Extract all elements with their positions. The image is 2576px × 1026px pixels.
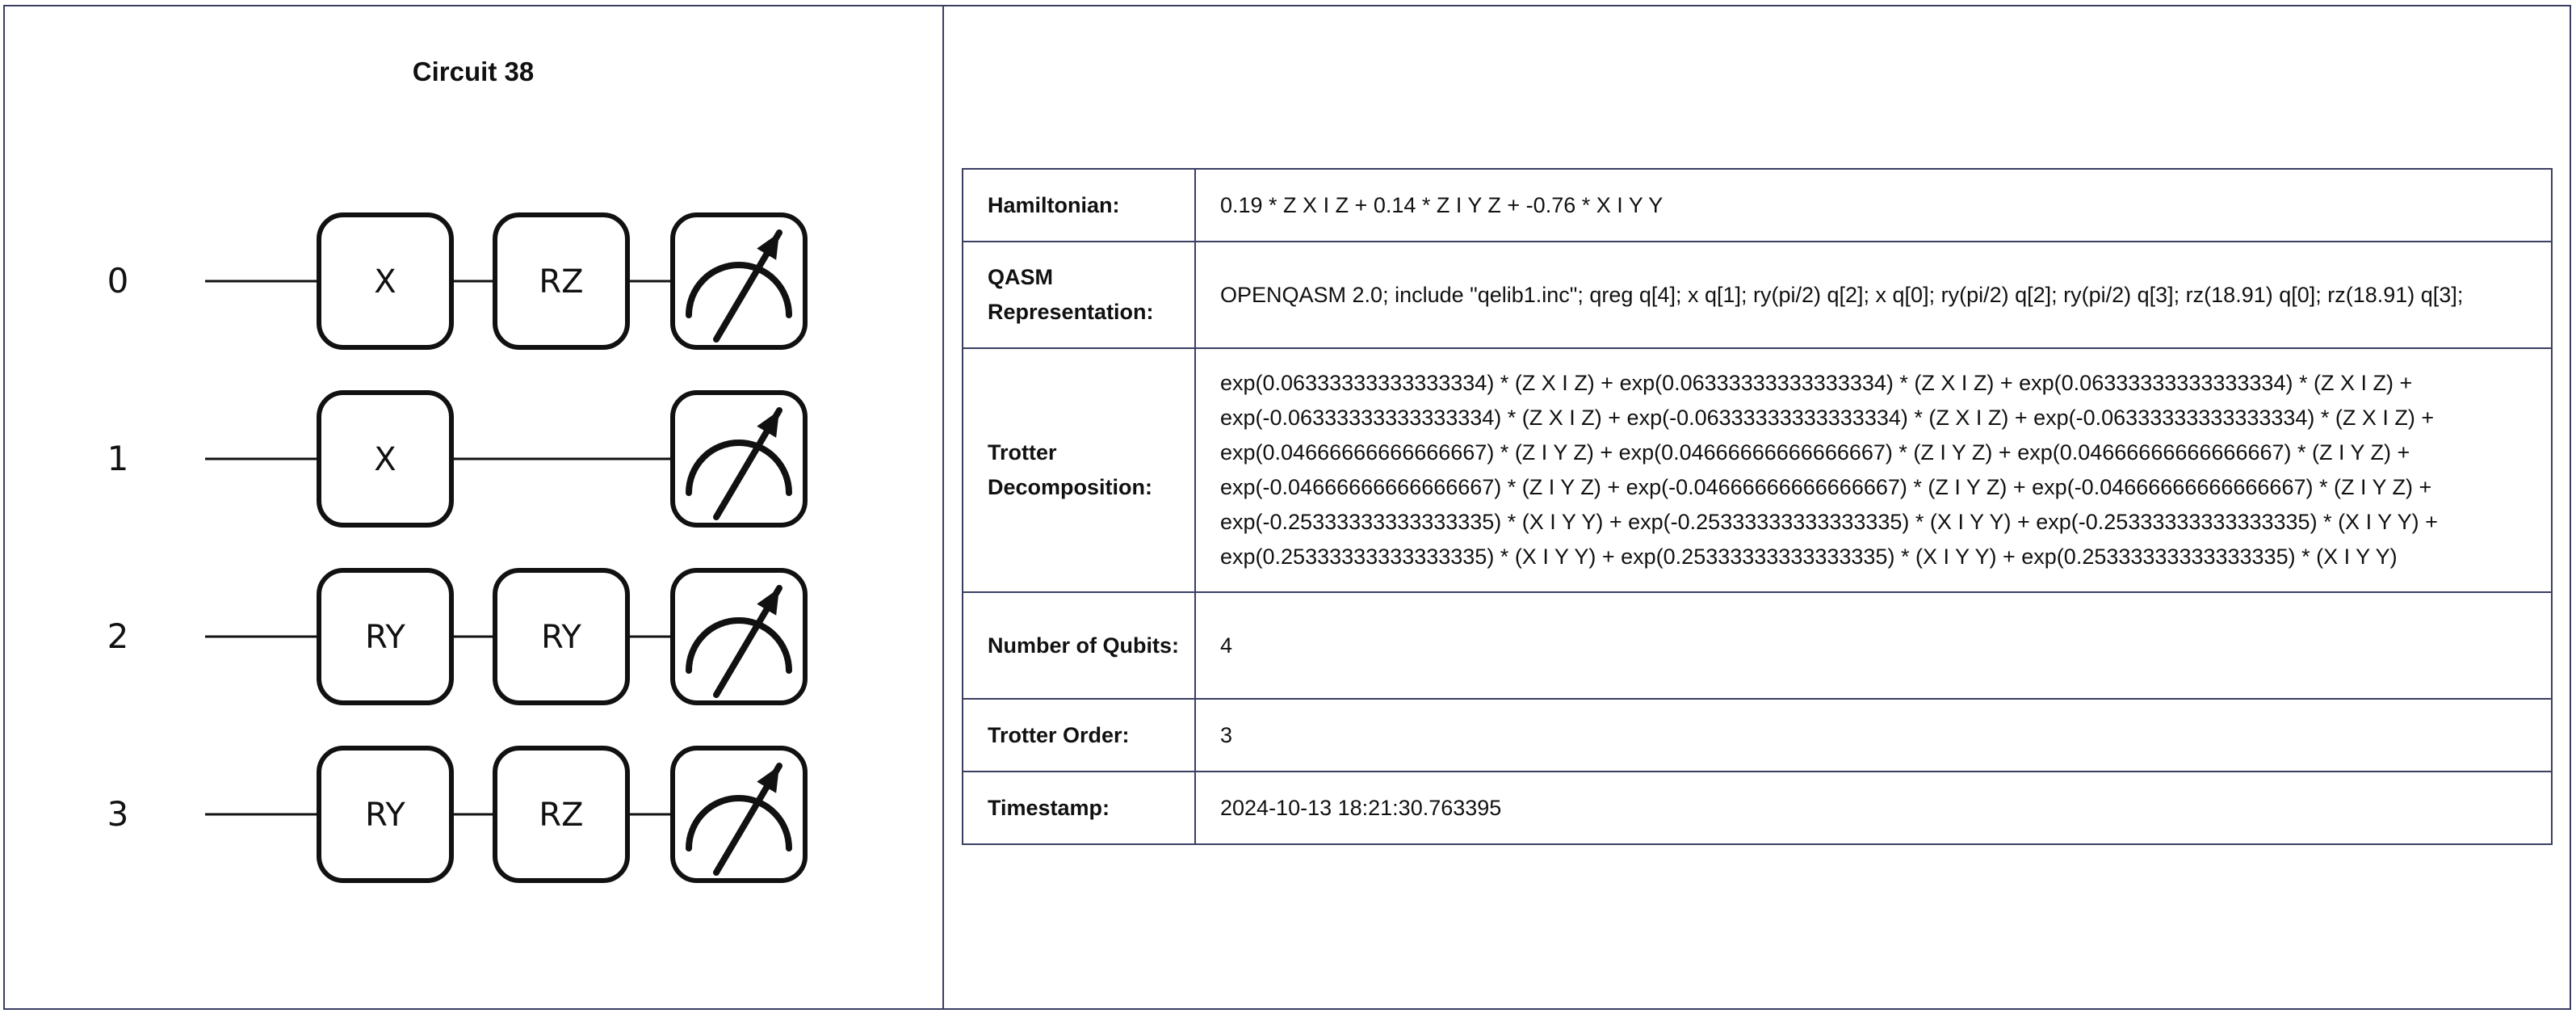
gate-label: RY [365,797,405,834]
gate-label: X [374,441,396,478]
qasm-value: OPENQASM 2.0; include "qelib1.inc"; qreg… [1194,241,2553,349]
measurement-icon [670,212,808,350]
measurement-icon [670,390,808,528]
qubit-row: 3 RY RZ [107,746,808,883]
table-row-trotter-decomposition: Trotter Decomposition: exp(0.06333333333… [962,347,2553,593]
trotter-order-value: 3 [1194,698,2553,772]
gate-label: RZ [539,797,583,834]
number-of-qubits-label: Number of Qubits: [962,591,1196,700]
circuit-panel: Circuit 38 0 X RZ 1 X 2 RY RY 3 RY RZ [5,6,942,1008]
gate-label: RY [365,619,405,656]
table-row-qasm: QASM Representation: OPENQASM 2.0; inclu… [962,241,2553,349]
qasm-label: QASM Representation: [962,241,1196,349]
gate-label: RY [541,619,581,656]
circuit-info-table-container: Hamiltonian: 0.19 * Z X I Z + 0.14 * Z I… [962,168,2553,845]
qubit-row: 2 RY RY [107,568,808,705]
table-row-hamiltonian: Hamiltonian: 0.19 * Z X I Z + 0.14 * Z I… [962,168,2553,242]
qubit-label: 2 [107,616,129,656]
hamiltonian-label: Hamiltonian: [962,168,1196,242]
trotter-decomposition-value: exp(0.06333333333333334) * (Z X I Z) + e… [1194,347,2553,593]
number-of-qubits-value: 4 [1194,591,2553,700]
circuit-info-table: Hamiltonian: 0.19 * Z X I Z + 0.14 * Z I… [962,168,2553,845]
qubit-label: 0 [107,261,129,301]
trotter-order-label: Trotter Order: [962,698,1196,772]
timestamp-value: 2024-10-13 18:21:30.763395 [1194,771,2553,845]
circuit-diagram: 0 X RZ1 X2 RY RY3 RY RZ [107,212,808,883]
table-row-number-of-qubits: Number of Qubits: 4 [962,591,2553,700]
panel-divider [942,5,944,1010]
trotter-decomposition-label: Trotter Decomposition: [962,347,1196,593]
qubit-row: 1X [107,390,808,528]
timestamp-label: Timestamp: [962,771,1196,845]
gate-label: X [374,263,396,301]
hamiltonian-value: 0.19 * Z X I Z + 0.14 * Z I Y Z + -0.76 … [1194,168,2553,242]
qubit-label: 3 [107,794,129,834]
gate-label: RZ [539,263,583,301]
table-row-timestamp: Timestamp: 2024-10-13 18:21:30.763395 [962,771,2553,845]
qubit-row: 0 X RZ [107,212,808,350]
measurement-icon [670,746,808,883]
measurement-icon [670,568,808,705]
qubit-label: 1 [107,439,129,478]
table-row-trotter-order: Trotter Order: 3 [962,698,2553,772]
